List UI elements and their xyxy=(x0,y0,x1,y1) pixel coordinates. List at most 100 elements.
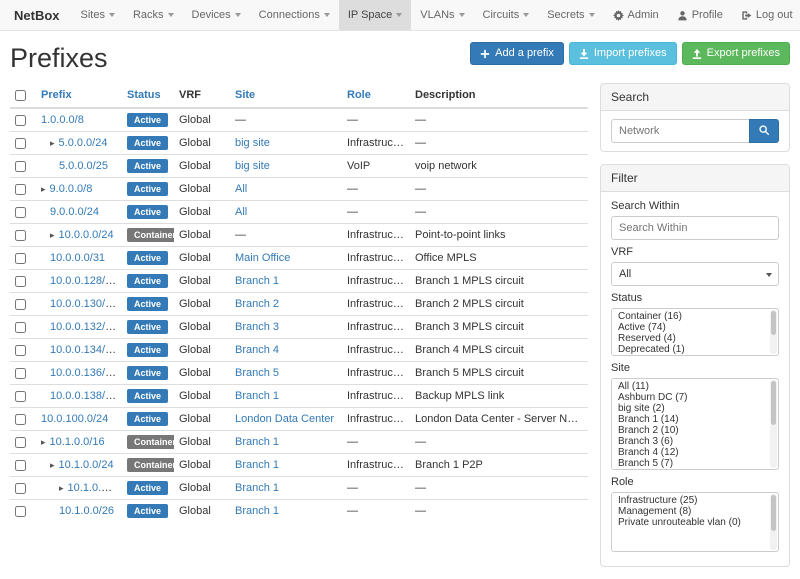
brand[interactable]: NetBox xyxy=(12,0,72,30)
add-a-prefix-button[interactable]: Add a prefix xyxy=(470,42,564,65)
listbox-option[interactable]: Deprecated (1) xyxy=(612,344,778,355)
nav-item-profile[interactable]: Profile xyxy=(668,0,732,30)
row-checkbox[interactable] xyxy=(15,230,26,241)
row-checkbox[interactable] xyxy=(15,184,26,195)
import-prefixes-button[interactable]: Import prefixes xyxy=(569,42,677,65)
export-prefixes-button[interactable]: Export prefixes xyxy=(682,42,790,65)
row-checkbox[interactable] xyxy=(15,460,26,471)
listbox-option[interactable]: big site (2) xyxy=(612,403,778,414)
row-checkbox[interactable] xyxy=(15,253,26,264)
listbox-option[interactable]: Branch 3 (6) xyxy=(612,436,778,447)
prefix-link[interactable]: 5.0.0.0/24 xyxy=(59,137,108,149)
nav-item-log-out[interactable]: Log out xyxy=(732,0,800,30)
listbox-option[interactable]: Branch 4 (12) xyxy=(612,447,778,458)
column-header-site[interactable]: Site xyxy=(230,83,342,108)
prefix-link[interactable]: 9.0.0.0/24 xyxy=(50,206,99,218)
vrf-select[interactable]: All xyxy=(611,262,779,286)
search-input[interactable] xyxy=(611,119,750,143)
site-link[interactable]: All xyxy=(235,206,247,218)
row-checkbox[interactable] xyxy=(15,345,26,356)
nav-item-ip-space[interactable]: IP Space xyxy=(339,0,411,30)
row-checkbox[interactable] xyxy=(15,115,26,126)
prefix-link[interactable]: 5.0.0.0/25 xyxy=(59,160,108,172)
site-link[interactable]: Branch 1 xyxy=(235,482,279,494)
nav-item-secrets[interactable]: Secrets xyxy=(538,0,603,30)
listbox-option[interactable]: Reserved (4) xyxy=(612,333,778,344)
row-checkbox[interactable] xyxy=(15,138,26,149)
column-header-prefix[interactable]: Prefix xyxy=(36,83,122,108)
scrollbar[interactable] xyxy=(770,494,777,550)
nav-item-circuits[interactable]: Circuits xyxy=(474,0,539,30)
prefix-link[interactable]: 10.0.0.128/31 xyxy=(50,275,117,287)
prefix-link[interactable]: 10.1.0.0/24 xyxy=(59,459,114,471)
column-header-role[interactable]: Role xyxy=(342,83,410,108)
scrollbar[interactable] xyxy=(770,380,777,468)
site-link[interactable]: All xyxy=(235,183,247,195)
site-link[interactable]: Branch 1 xyxy=(235,275,279,287)
listbox-option[interactable]: All (11) xyxy=(612,381,778,392)
prefix-link[interactable]: 9.0.0.0/8 xyxy=(50,183,93,195)
site-link[interactable]: Branch 1 xyxy=(235,459,279,471)
prefix-link[interactable]: 10.0.100.0/24 xyxy=(41,413,108,425)
nav-item-sites[interactable]: Sites xyxy=(72,0,124,30)
site-link[interactable]: big site xyxy=(235,160,270,172)
prefix-link[interactable]: 1.0.0.0/8 xyxy=(41,114,84,126)
site-link[interactable]: London Data Center xyxy=(235,413,334,425)
row-checkbox[interactable] xyxy=(15,483,26,494)
row-checkbox[interactable] xyxy=(15,368,26,379)
listbox-option[interactable]: Branch 2 (10) xyxy=(612,425,778,436)
listbox-option[interactable]: Private unrouteable vlan (0) xyxy=(612,517,778,528)
site-link[interactable]: Main Office xyxy=(235,252,290,264)
site-link[interactable]: big site xyxy=(235,137,270,149)
prefix-link[interactable]: 10.0.0.134/31 xyxy=(50,344,117,356)
scrollbar-thumb[interactable] xyxy=(771,381,776,425)
column-header-status[interactable]: Status xyxy=(122,83,174,108)
prefix-link[interactable]: 10.0.0.0/24 xyxy=(59,229,114,241)
scrollbar[interactable] xyxy=(770,310,777,354)
prefix-link[interactable]: 10.1.0.0/16 xyxy=(50,436,105,448)
listbox-option[interactable]: Branch 1 (14) xyxy=(612,414,778,425)
row-checkbox[interactable] xyxy=(15,506,26,517)
select-all-checkbox[interactable] xyxy=(15,90,26,101)
listbox-option[interactable]: Container (16) xyxy=(612,311,778,322)
prefix-link[interactable]: 10.0.0.130/31 xyxy=(50,298,117,310)
site-link[interactable]: Branch 3 xyxy=(235,321,279,333)
nav-item-racks[interactable]: Racks xyxy=(124,0,183,30)
row-checkbox[interactable] xyxy=(15,207,26,218)
role-listbox[interactable]: Infrastructure (25)Management (8)Private… xyxy=(611,492,779,552)
scrollbar-thumb[interactable] xyxy=(771,311,776,335)
site-link[interactable]: Branch 1 xyxy=(235,436,279,448)
scrollbar-thumb[interactable] xyxy=(771,495,776,531)
site-link[interactable]: Branch 1 xyxy=(235,390,279,402)
row-checkbox[interactable] xyxy=(15,414,26,425)
row-checkbox[interactable] xyxy=(15,391,26,402)
column-sort-link[interactable]: Site xyxy=(235,89,255,101)
row-checkbox[interactable] xyxy=(15,161,26,172)
nav-item-vlans[interactable]: VLANs xyxy=(411,0,473,30)
site-link[interactable]: Branch 4 xyxy=(235,344,279,356)
site-link[interactable]: Branch 5 xyxy=(235,367,279,379)
listbox-option[interactable]: Ashburn DC (7) xyxy=(612,392,778,403)
listbox-option[interactable]: Active (74) xyxy=(612,322,778,333)
row-checkbox[interactable] xyxy=(15,276,26,287)
nav-item-connections[interactable]: Connections xyxy=(250,0,339,30)
row-checkbox[interactable] xyxy=(15,437,26,448)
search-button[interactable] xyxy=(749,119,779,143)
listbox-option[interactable]: Branch 5 (7) xyxy=(612,458,778,469)
row-checkbox[interactable] xyxy=(15,322,26,333)
status-listbox[interactable]: Container (16)Active (74)Reserved (4)Dep… xyxy=(611,308,779,356)
prefix-link[interactable]: 10.0.0.0/31 xyxy=(50,252,105,264)
column-sort-link[interactable]: Prefix xyxy=(41,89,72,101)
prefix-link[interactable]: 10.0.0.132/31 xyxy=(50,321,117,333)
column-sort-link[interactable]: Status xyxy=(127,89,161,101)
nav-item-admin[interactable]: Admin xyxy=(604,0,668,30)
site-link[interactable]: Branch 1 xyxy=(235,505,279,517)
search-within-input[interactable] xyxy=(611,216,779,240)
listbox-option[interactable]: Management (8) xyxy=(612,506,778,517)
row-checkbox[interactable] xyxy=(15,299,26,310)
prefix-link[interactable]: 10.1.0.0/25 xyxy=(68,482,122,494)
prefix-link[interactable]: 10.0.0.138/31 xyxy=(50,390,117,402)
listbox-option[interactable]: Infrastructure (25) xyxy=(612,495,778,506)
column-sort-link[interactable]: Role xyxy=(347,89,371,101)
prefix-link[interactable]: 10.1.0.0/26 xyxy=(59,505,114,517)
